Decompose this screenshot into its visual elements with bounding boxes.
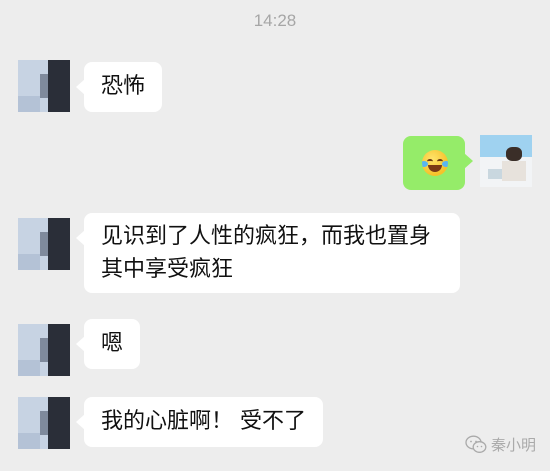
emoji-message-bubble[interactable] bbox=[403, 136, 473, 190]
contact-avatar[interactable] bbox=[18, 397, 70, 449]
message-bubble[interactable]: 我的心脏啊！ 受不了 bbox=[76, 397, 323, 447]
laughing-crying-emoji-icon bbox=[422, 150, 448, 176]
watermark-text: 秦小明 bbox=[490, 436, 536, 454]
message-text-line: 其中享受疯狂 bbox=[101, 257, 234, 282]
message-bubble[interactable]: 见识到了人性的疯狂，而我也置身 其中享受疯狂 bbox=[76, 213, 460, 293]
wechat-icon bbox=[465, 435, 487, 453]
message-bubble[interactable]: 恐怖 bbox=[75, 62, 163, 112]
user-avatar[interactable] bbox=[480, 135, 532, 187]
message-text: 恐怖 bbox=[101, 74, 146, 99]
message-bubble[interactable]: 嗯 bbox=[75, 319, 141, 369]
message-text-line: 见识到了人性的疯狂，而我也置身 bbox=[101, 224, 432, 249]
contact-avatar[interactable] bbox=[18, 324, 70, 376]
message-text: 嗯 bbox=[101, 331, 124, 356]
contact-avatar[interactable] bbox=[18, 60, 70, 112]
watermark: 秦小明 bbox=[465, 434, 536, 455]
message-timestamp: 14:28 bbox=[253, 11, 297, 30]
contact-avatar[interactable] bbox=[18, 218, 70, 270]
message-text: 我的心脏啊！ 受不了 bbox=[101, 409, 306, 434]
